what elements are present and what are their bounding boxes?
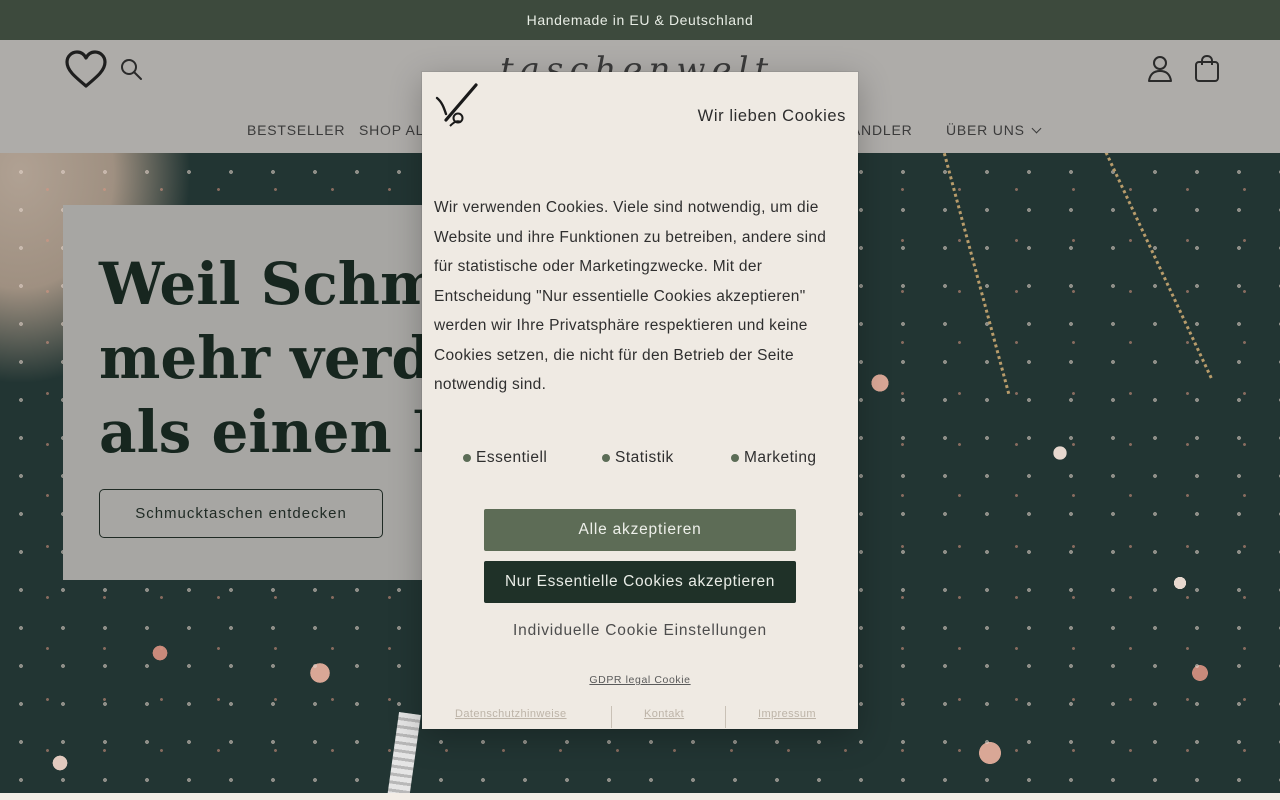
- bag-icon[interactable]: [1193, 54, 1221, 84]
- category-label: Statistik: [615, 449, 674, 466]
- imprint-link[interactable]: Impressum: [758, 708, 816, 720]
- category-dot: [463, 454, 471, 462]
- gdpr-cookie-link[interactable]: GDPR legal Cookie: [422, 674, 858, 686]
- chevron-down-icon: [1031, 123, 1042, 134]
- accept-essential-button[interactable]: Nur Essentielle Cookies akzeptieren: [484, 561, 796, 603]
- discover-button[interactable]: Schmucktaschen entdecken: [99, 489, 383, 538]
- link-divider: [611, 706, 612, 728]
- nav-ueber-uns[interactable]: ÜBER UNS: [946, 122, 1042, 138]
- cookie-category-row: Essentiell Statistik Marketing: [422, 449, 858, 471]
- cookie-footer-links: Datenschutzhinweise Kontakt Impressum: [422, 706, 858, 729]
- cookie-dialog-title: Wir lieben Cookies: [697, 107, 846, 125]
- announcement-text: Handemade in EU & Deutschland: [526, 12, 754, 28]
- announcement-bar: Handemade in EU & Deutschland: [0, 0, 1280, 40]
- category-essentiell[interactable]: Essentiell: [463, 449, 547, 467]
- category-dot: [731, 454, 739, 462]
- nav-ueber-uns-label: ÜBER UNS: [946, 122, 1025, 138]
- nav-bestseller[interactable]: BESTSELLER: [247, 122, 345, 138]
- category-label: Essentiell: [476, 449, 548, 466]
- nav-shop-all[interactable]: SHOP AL: [359, 122, 424, 138]
- individual-settings-link[interactable]: Individuelle Cookie Einstellungen: [422, 622, 858, 640]
- contact-link[interactable]: Kontakt: [644, 708, 684, 720]
- category-dot: [602, 454, 610, 462]
- needle-thread-icon: [435, 83, 478, 127]
- category-statistik[interactable]: Statistik: [602, 449, 674, 467]
- category-marketing[interactable]: Marketing: [731, 449, 817, 467]
- search-icon[interactable]: [118, 56, 144, 82]
- heart-icon[interactable]: [64, 50, 108, 90]
- account-icon[interactable]: [1146, 54, 1174, 84]
- cookie-dialog-text: Wir verwenden Cookies. Viele sind notwen…: [434, 199, 827, 393]
- hero-card: Weil Schmuck mehr verdient als einen Beu…: [63, 205, 626, 580]
- link-divider: [725, 706, 726, 728]
- category-label: Marketing: [744, 449, 817, 466]
- cookie-consent-dialog: Wir lieben Cookies Wir verwenden Cookies…: [422, 72, 858, 729]
- privacy-link[interactable]: Datenschutzhinweise: [455, 708, 567, 720]
- accept-all-button[interactable]: Alle akzeptieren: [484, 509, 796, 551]
